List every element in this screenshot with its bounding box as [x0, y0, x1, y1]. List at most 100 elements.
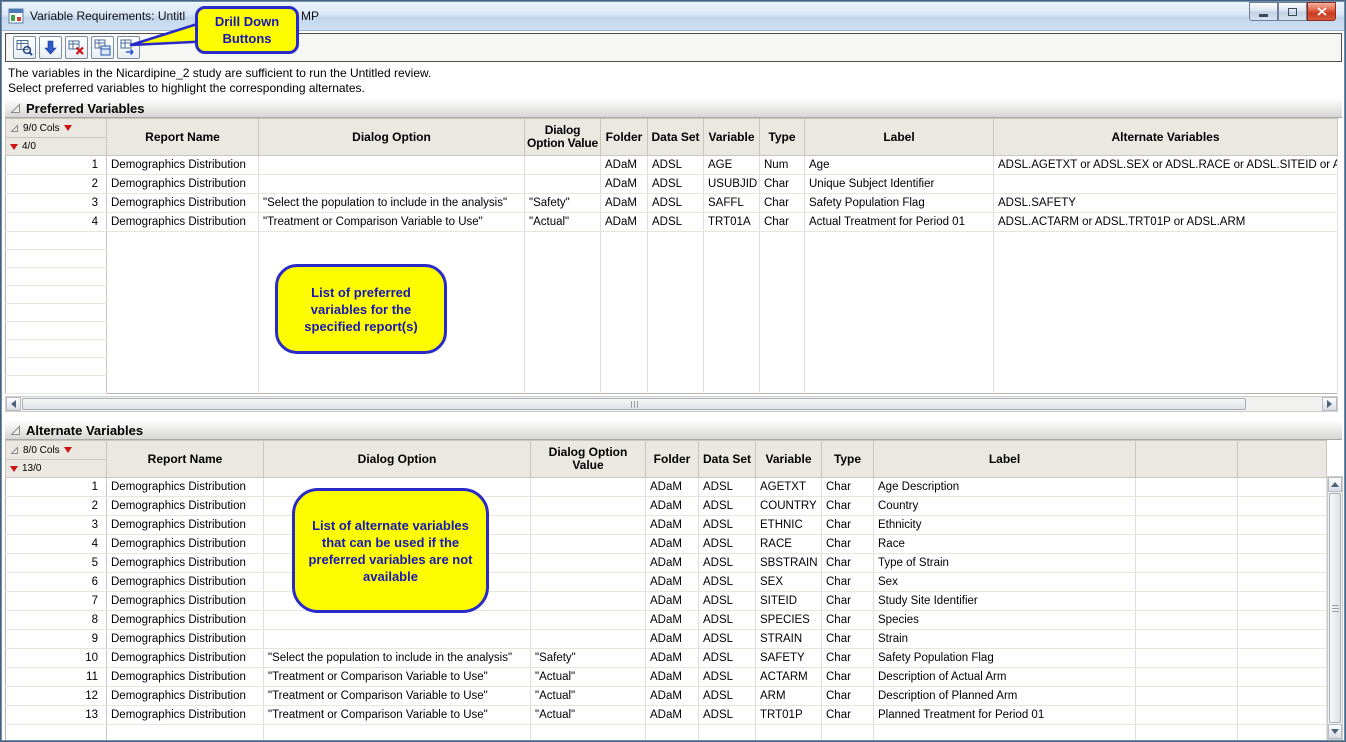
cell-dialog-option-value[interactable]	[525, 175, 601, 194]
cell-data-set[interactable]: ADSL	[699, 497, 756, 516]
cell-data-set[interactable]: ADSL	[648, 175, 704, 194]
cell-variable[interactable]: ACTARM	[756, 668, 822, 687]
cell-label[interactable]: Sex	[874, 573, 1136, 592]
cell-folder[interactable]: ADaM	[646, 535, 699, 554]
cell-report-name[interactable]: Demographics Distribution	[107, 706, 264, 725]
cell-type[interactable]: Char	[822, 668, 874, 687]
row-number[interactable]: 13	[6, 706, 107, 725]
preferred-table-row[interactable]: 1 Demographics Distribution ADaM ADSL AG…	[6, 156, 1338, 175]
cell-report-name[interactable]: Demographics Distribution	[107, 687, 264, 706]
cell-dialog-option-value[interactable]	[531, 573, 646, 592]
cell-dialog-option-value[interactable]	[525, 156, 601, 175]
cell-variable[interactable]: AGE	[704, 156, 760, 175]
cell-dialog-option[interactable]	[259, 175, 525, 194]
row-number[interactable]: 4	[6, 535, 107, 554]
cell-data-set[interactable]: ADSL	[648, 156, 704, 175]
cell-type[interactable]: Char	[822, 649, 874, 668]
cell-report-name[interactable]: Demographics Distribution	[107, 213, 259, 232]
cell-report-name[interactable]: Demographics Distribution	[107, 592, 264, 611]
cell-dialog-option[interactable]: "Treatment or Comparison Variable to Use…	[259, 213, 525, 232]
cell-variable[interactable]: STRAIN	[756, 630, 822, 649]
cell-data-set[interactable]: ADSL	[699, 611, 756, 630]
alternate-table-row[interactable]: 5 Demographics Distribution ADaM ADSL SB…	[6, 554, 1327, 573]
preferred-section-header[interactable]: Preferred Variables	[5, 99, 1342, 118]
row-number[interactable]: 4	[6, 213, 107, 232]
cell-type[interactable]: Char	[822, 592, 874, 611]
cell-label[interactable]: Study Site Identifier	[874, 592, 1136, 611]
cell-dialog-option-value[interactable]	[531, 497, 646, 516]
cell-label[interactable]: Planned Treatment for Period 01	[874, 706, 1136, 725]
cell-folder[interactable]: ADaM	[646, 649, 699, 668]
alternate-table-row[interactable]: 13 Demographics Distribution "Treatment …	[6, 706, 1327, 725]
cell-dialog-option-value[interactable]: "Actual"	[525, 213, 601, 232]
row-number[interactable]: 5	[6, 554, 107, 573]
alternate-table-row[interactable]: 2 Demographics Distribution ADaM ADSL CO…	[6, 497, 1327, 516]
cell-report-name[interactable]: Demographics Distribution	[107, 497, 264, 516]
cell-type[interactable]: Char	[822, 554, 874, 573]
row-number[interactable]: 6	[6, 573, 107, 592]
cell-folder[interactable]: ADaM	[646, 516, 699, 535]
rows-menu-icon[interactable]	[10, 466, 18, 472]
cell-report-name[interactable]: Demographics Distribution	[107, 573, 264, 592]
cell-label[interactable]: Safety Population Flag	[874, 649, 1136, 668]
cell-folder[interactable]: ADaM	[646, 687, 699, 706]
drill-down-button-1[interactable]	[13, 36, 36, 59]
cell-label[interactable]: Type of Strain	[874, 554, 1136, 573]
cell-label[interactable]: Strain	[874, 630, 1136, 649]
cell-report-name[interactable]: Demographics Distribution	[107, 611, 264, 630]
cell-folder[interactable]: ADaM	[646, 611, 699, 630]
restore-button[interactable]	[1278, 2, 1307, 21]
cell-type[interactable]: Char	[822, 516, 874, 535]
cell-type[interactable]: Char	[760, 213, 805, 232]
vertical-scrollbar[interactable]	[1327, 476, 1343, 740]
row-number[interactable]: 12	[6, 687, 107, 706]
scroll-left-button[interactable]	[6, 397, 21, 411]
row-number[interactable]: 2	[6, 497, 107, 516]
column-header-dialog-option[interactable]: Dialog Option	[264, 441, 531, 478]
cell-variable[interactable]: SPECIES	[756, 611, 822, 630]
cell-dialog-option-value[interactable]	[531, 516, 646, 535]
cell-data-set[interactable]: ADSL	[699, 573, 756, 592]
cell-variable[interactable]: SBSTRAIN	[756, 554, 822, 573]
cell-dialog-option[interactable]: "Treatment or Comparison Variable to Use…	[264, 687, 531, 706]
cell-dialog-option[interactable]: "Select the population to include in the…	[264, 649, 531, 668]
cell-data-set[interactable]: ADSL	[699, 668, 756, 687]
row-number[interactable]: 10	[6, 649, 107, 668]
horizontal-scroll-thumb[interactable]	[22, 398, 1246, 410]
cell-alternate-variables[interactable]: ADSL.SAFETY	[994, 194, 1338, 213]
disclosure-icon[interactable]	[10, 446, 19, 455]
columns-menu-icon[interactable]	[64, 125, 72, 131]
column-header-label[interactable]: Label	[805, 119, 994, 156]
preferred-table-row[interactable]: 4 Demographics Distribution "Treatment o…	[6, 213, 1338, 232]
column-header-data-set[interactable]: Data Set	[699, 441, 756, 478]
cols-badge[interactable]: 8/0 Cols	[23, 444, 60, 457]
cell-variable[interactable]: USUBJID	[704, 175, 760, 194]
cell-dialog-option-value[interactable]: "Actual"	[531, 687, 646, 706]
horizontal-scrollbar[interactable]	[5, 396, 1338, 412]
cell-label[interactable]: Unique Subject Identifier	[805, 175, 994, 194]
cell-data-set[interactable]: ADSL	[699, 554, 756, 573]
alternate-table-row[interactable]: 7 Demographics Distribution ADaM ADSL SI…	[6, 592, 1327, 611]
column-header-dialog-option[interactable]: Dialog Option	[259, 119, 525, 156]
cell-alternate-variables[interactable]: ADSL.ACTARM or ADSL.TRT01P or ADSL.ARM	[994, 213, 1338, 232]
drill-down-button-2[interactable]	[39, 36, 62, 59]
column-header-variable[interactable]: Variable	[704, 119, 760, 156]
cell-report-name[interactable]: Demographics Distribution	[107, 649, 264, 668]
cell-type[interactable]: Char	[760, 194, 805, 213]
cell-dialog-option[interactable]	[264, 611, 531, 630]
cell-data-set[interactable]: ADSL	[699, 592, 756, 611]
cell-label[interactable]: Country	[874, 497, 1136, 516]
column-header-folder[interactable]: Folder	[601, 119, 648, 156]
cell-data-set[interactable]: ADSL	[648, 213, 704, 232]
cell-folder[interactable]: ADaM	[601, 175, 648, 194]
cell-folder[interactable]: ADaM	[601, 194, 648, 213]
column-header-label[interactable]: Label	[874, 441, 1136, 478]
cell-report-name[interactable]: Demographics Distribution	[107, 478, 264, 497]
cell-variable[interactable]: SAFETY	[756, 649, 822, 668]
cell-dialog-option-value[interactable]	[531, 478, 646, 497]
cell-report-name[interactable]: Demographics Distribution	[107, 668, 264, 687]
cell-data-set[interactable]: ADSL	[699, 706, 756, 725]
row-number[interactable]: 9	[6, 630, 107, 649]
columns-menu-icon[interactable]	[64, 447, 72, 453]
row-number[interactable]: 11	[6, 668, 107, 687]
